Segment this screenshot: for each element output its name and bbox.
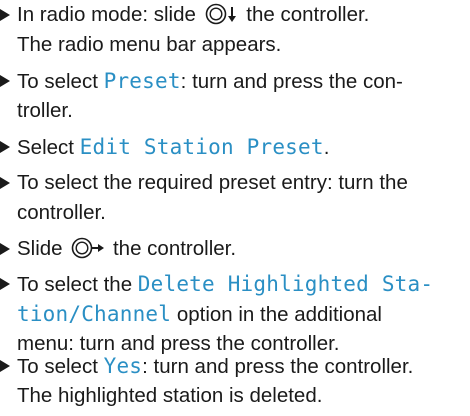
preset-keyword: Preset xyxy=(103,69,181,93)
delete-highlighted-keyword-part1: Delete Highlighted Sta- xyxy=(137,272,434,296)
step7-text-b: : turn and press the controller. xyxy=(142,355,414,378)
step5-text-a: Slide xyxy=(17,237,69,260)
triangle-bullet-icon xyxy=(0,360,10,372)
triangle-bullet-icon xyxy=(0,75,10,87)
yes-keyword: Yes xyxy=(103,354,143,378)
triangle-bullet-icon xyxy=(0,177,10,189)
step7-result: The highlighted station is deleted. xyxy=(17,384,323,407)
step5-text-b: the controller. xyxy=(107,237,237,260)
delete-highlighted-keyword-part2: tion/Channel xyxy=(17,302,172,326)
triangle-bullet-icon xyxy=(0,243,10,255)
step2-text-continued: troller. xyxy=(17,99,73,122)
triangle-bullet-icon xyxy=(0,9,10,21)
triangle-bullet-icon xyxy=(0,278,10,290)
step2-text-b: : turn and press the con- xyxy=(180,70,403,93)
step7-text-a: To select xyxy=(17,355,104,378)
edit-station-preset-keyword: Edit Station Preset xyxy=(79,135,324,159)
triangle-bullet-icon xyxy=(0,141,10,153)
step1-text-b: the controller. xyxy=(240,3,370,26)
controller-slide-right-icon xyxy=(71,237,105,259)
step3-text-a: Select xyxy=(17,136,80,159)
step6-text-b: option in the additional xyxy=(171,303,382,326)
step6-text-a: To select the xyxy=(17,273,138,296)
step2-text-a: To select xyxy=(17,70,104,93)
step1-result: The radio menu bar appears. xyxy=(17,33,282,56)
step4-text: To select the required preset entry: tur… xyxy=(17,171,408,194)
controller-slide-down-icon xyxy=(205,3,239,25)
step1-text-a: In radio mode: slide xyxy=(17,3,202,26)
step3-text-b: . xyxy=(323,136,330,159)
step4-text-continued: controller. xyxy=(17,201,106,224)
